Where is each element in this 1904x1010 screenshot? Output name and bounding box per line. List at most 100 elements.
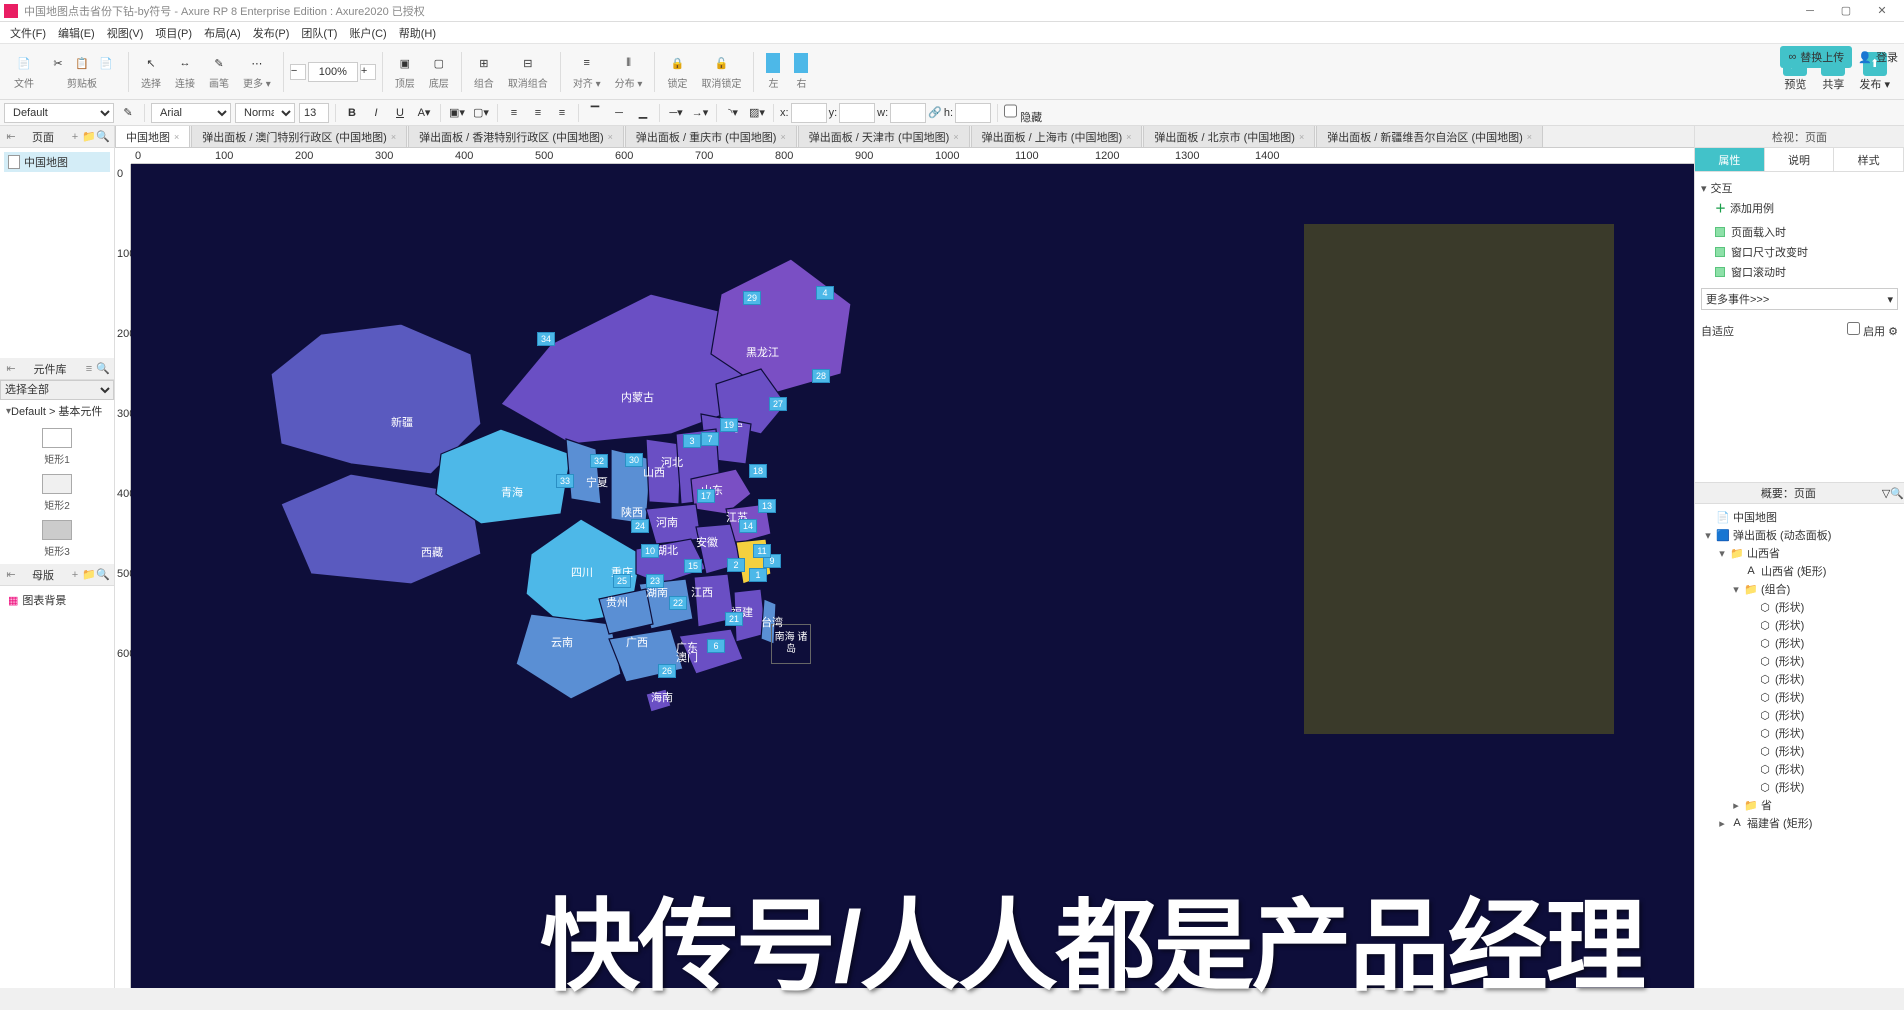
tb-more[interactable]: ⋯更多 ▾ (237, 53, 277, 90)
tb-front[interactable]: ▣顶层 (389, 53, 421, 90)
province-label[interactable]: 黑龙江 (746, 344, 779, 360)
minimize-button[interactable]: ─ (1792, 1, 1828, 21)
province-number[interactable]: 17 (697, 489, 715, 503)
canvas[interactable]: 南海 诸岛 新疆西藏青海内蒙古黑龙江辽宁河北山西河南山东湖北安徽江苏四川重庆贵州… (131, 164, 1694, 988)
outline-row[interactable]: ⬡(形状) (1699, 778, 1900, 796)
close-button[interactable]: ✕ (1864, 1, 1900, 21)
tb-pen[interactable]: ✎画笔 (203, 53, 235, 90)
menu-arrange[interactable]: 布局(A) (198, 25, 247, 41)
province-label[interactable]: 贵州 (606, 594, 628, 610)
province-number[interactable]: 13 (758, 499, 776, 513)
master-item[interactable]: ▦图表背景 (4, 590, 110, 610)
outline-row[interactable]: ⬡(形状) (1699, 652, 1900, 670)
tab-notes[interactable]: 说明 (1765, 148, 1835, 171)
province-number[interactable]: 21 (725, 612, 743, 626)
province-number[interactable]: 7 (701, 432, 719, 446)
enable-checkbox[interactable] (1847, 322, 1860, 335)
widget-rect2[interactable]: 矩形2 (42, 474, 72, 512)
align-right[interactable]: ≡ (552, 103, 572, 123)
italic-button[interactable]: I (366, 103, 386, 123)
lib-search-icon[interactable]: 🔍 (96, 362, 110, 376)
tb-lock[interactable]: 🔒锁定 (661, 53, 693, 90)
province-number[interactable]: 28 (812, 369, 830, 383)
tb-ungroup[interactable]: ⊟取消组合 (502, 53, 554, 90)
outline-row[interactable]: ▸📁省 (1699, 796, 1900, 814)
province-number[interactable]: 10 (641, 544, 659, 558)
tb-align[interactable]: ≡对齐 ▾ (567, 53, 607, 90)
outline-row[interactable]: ⬡(形状) (1699, 742, 1900, 760)
arrow-button[interactable]: →▾ (690, 103, 710, 123)
province-number[interactable]: 6 (707, 639, 725, 653)
province-number[interactable]: 24 (631, 519, 649, 533)
weight-select[interactable]: Normal (235, 103, 295, 123)
province-number[interactable]: 14 (739, 519, 757, 533)
province-number[interactable]: 30 (625, 453, 643, 467)
doc-tab[interactable]: 弹出面板 / 重庆市 (中国地图)× (625, 126, 797, 147)
event-resize[interactable]: 窗口尺寸改变时 (1701, 242, 1898, 262)
line-button[interactable]: ─▾ (666, 103, 686, 123)
valign-bot[interactable]: ▁ (633, 103, 653, 123)
style-select[interactable]: Default (4, 103, 114, 123)
province-number[interactable]: 26 (658, 664, 676, 678)
font-select[interactable]: Arial (151, 103, 231, 123)
tb-unlock[interactable]: 🔓取消锁定 (695, 53, 747, 90)
widget-rect1[interactable]: 矩形1 (42, 428, 72, 466)
menu-view[interactable]: 视图(V) (101, 25, 150, 41)
outline-row[interactable]: ⬡(形状) (1699, 616, 1900, 634)
province-label[interactable]: 台湾 (761, 614, 783, 630)
outline-row[interactable]: ⬡(形状) (1699, 706, 1900, 724)
province-label[interactable]: 宁夏 (586, 474, 608, 490)
h-input[interactable] (955, 103, 991, 123)
province-number[interactable]: 19 (720, 418, 738, 432)
tb-clipboard[interactable]: ✂📋📄剪贴板 (42, 53, 122, 90)
province-label[interactable]: 山西 (643, 464, 665, 480)
province-number[interactable]: 18 (749, 464, 767, 478)
menu-team[interactable]: 团队(T) (295, 25, 343, 41)
menu-file[interactable]: 文件(F) (4, 25, 52, 41)
hidden-checkbox[interactable]: 隐藏 (1004, 101, 1042, 125)
library-select[interactable]: 选择全部 (0, 380, 114, 400)
province-label[interactable]: 云南 (551, 634, 573, 650)
province-label[interactable]: 澳门 (676, 649, 698, 665)
outline-row[interactable]: ▾📁山西省 (1699, 544, 1900, 562)
valign-top[interactable]: ▔ (585, 103, 605, 123)
more-events-dropdown[interactable]: 更多事件>>>▾ (1701, 288, 1898, 310)
masters-tree[interactable]: ▦图表背景 (0, 586, 114, 988)
province-number[interactable]: 34 (537, 332, 555, 346)
outline-row[interactable]: ⬡(形状) (1699, 634, 1900, 652)
popup-panel-placeholder[interactable] (1304, 224, 1614, 734)
doc-tab[interactable]: 弹出面板 / 香港特别行政区 (中国地图)× (408, 126, 624, 147)
outline-row[interactable]: A山西省 (矩形) (1699, 562, 1900, 580)
province-number[interactable]: 33 (556, 474, 574, 488)
province-number[interactable]: 15 (684, 559, 702, 573)
outline-row[interactable]: ⬡(形状) (1699, 670, 1900, 688)
outline-row[interactable]: 📄中国地图 (1699, 508, 1900, 526)
pages-tree[interactable]: 中国地图 (0, 148, 114, 358)
tb-back[interactable]: ▢底层 (423, 53, 455, 90)
login-button[interactable]: 👤登录 (1858, 49, 1898, 65)
outline-row[interactable]: ▾📁(组合) (1699, 580, 1900, 598)
doc-tab[interactable]: 弹出面板 / 上海市 (中国地图)× (971, 126, 1143, 147)
province-label[interactable]: 广西 (626, 634, 648, 650)
tb-connect[interactable]: ↔连接 (169, 53, 201, 90)
valign-mid[interactable]: ─ (609, 103, 629, 123)
province-label[interactable]: 内蒙古 (621, 389, 654, 405)
collapse-icon[interactable]: ⇤ (4, 130, 18, 144)
province-label[interactable]: 四川 (571, 564, 593, 580)
corner-button[interactable]: ◝▾ (723, 103, 743, 123)
province-number[interactable]: 1 (749, 568, 767, 582)
province-number[interactable]: 11 (753, 544, 771, 558)
add-folder-icon[interactable]: 📁 (82, 130, 96, 144)
menu-account[interactable]: 账户(C) (343, 25, 392, 41)
province-number[interactable]: 23 (646, 574, 664, 588)
maximize-button[interactable]: ▢ (1828, 1, 1864, 21)
event-onload[interactable]: 页面载入时 (1701, 222, 1898, 242)
outline-row[interactable]: ▸A福建省 (矩形) (1699, 814, 1900, 832)
south-sea-box[interactable]: 南海 诸岛 (771, 624, 811, 664)
tb-left[interactable]: 左 (760, 53, 786, 90)
x-input[interactable] (791, 103, 827, 123)
doc-tab[interactable]: 弹出面板 / 天津市 (中国地图)× (798, 126, 970, 147)
add-master-icon[interactable]: + (68, 568, 82, 582)
filter-icon[interactable]: ▽ (1882, 487, 1890, 500)
province-number[interactable]: 2 (727, 558, 745, 572)
